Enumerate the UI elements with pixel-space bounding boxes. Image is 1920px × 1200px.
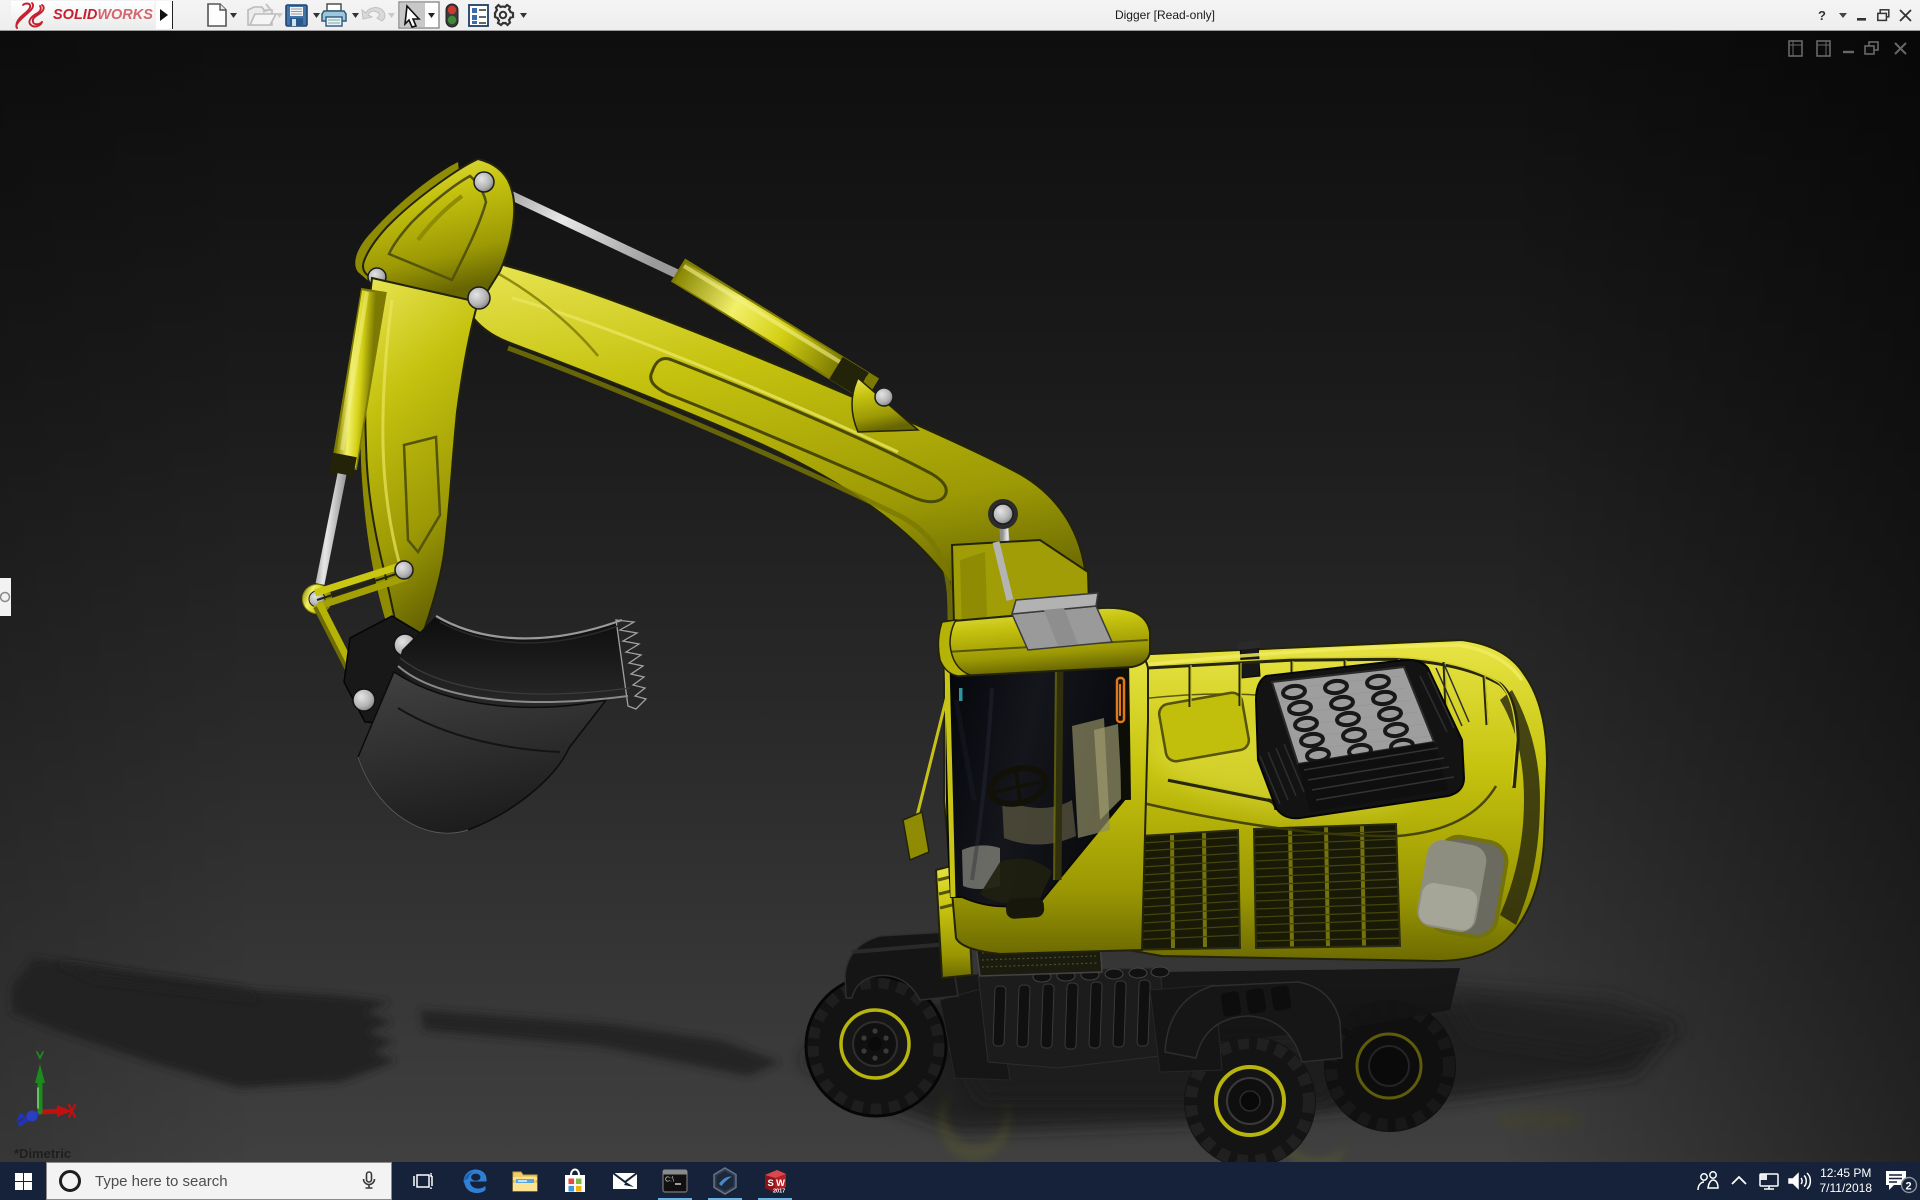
svg-text:?: ? bbox=[1818, 8, 1826, 22]
svg-text:W: W bbox=[776, 1178, 785, 1189]
svg-text:C:\: C:\ bbox=[665, 1177, 674, 1184]
svg-text:2: 2 bbox=[1906, 1181, 1912, 1193]
svg-text:2017: 2017 bbox=[773, 1189, 785, 1195]
svg-text:S: S bbox=[768, 1178, 774, 1189]
svg-text:*Dimetric: *Dimetric bbox=[14, 1146, 71, 1161]
